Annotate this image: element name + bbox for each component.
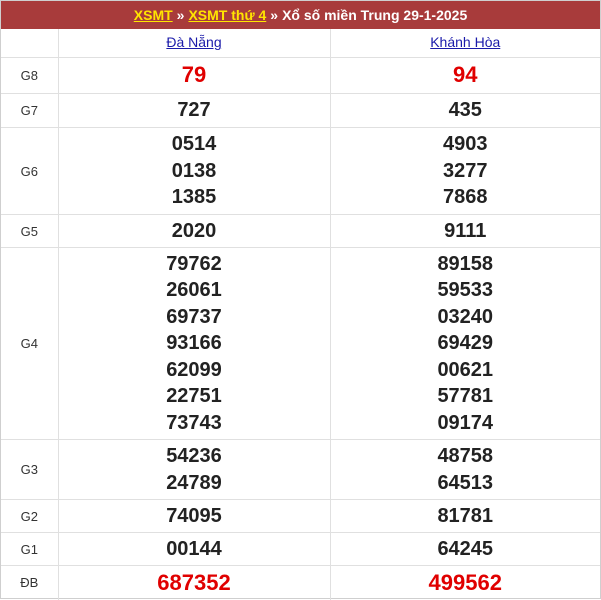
prize-number: 69429	[437, 332, 494, 355]
prize-number: 2020	[171, 219, 217, 242]
prize-cell: 2020	[57, 214, 330, 248]
prize-cell: 64245	[329, 532, 600, 566]
province-link-da-nang[interactable]: Đà Nẵng	[166, 34, 221, 50]
prize-number: 7868	[443, 186, 488, 209]
prize-number: 64245	[437, 537, 494, 560]
prize-row-g5: G5 2020 9111	[1, 214, 600, 248]
breadcrumb-separator: »	[270, 7, 279, 23]
prize-number: 4903	[443, 133, 488, 156]
prize-number: 64513	[437, 471, 494, 494]
prize-number: 26061	[166, 279, 222, 302]
prize-number: 9111	[444, 219, 487, 242]
breadcrumb: XSMT » XSMT thứ 4 » Xổ số miền Trung 29-…	[1, 1, 600, 29]
prize-cell: 727	[57, 93, 330, 128]
prize-row-g7: G7 727 435	[1, 93, 600, 128]
prize-cell: 48758 64513	[329, 439, 600, 500]
prize-row-g4: G4 79762 26061 69737 93166 62099 22751 7…	[1, 247, 600, 440]
prize-number: 727	[177, 99, 211, 122]
prize-cell: 9111	[329, 214, 600, 248]
prize-cell: 00144	[57, 532, 330, 566]
prize-label: G1	[1, 532, 58, 566]
prize-number: 62099	[166, 358, 222, 381]
prize-cell: 54236 24789	[57, 439, 330, 500]
prize-cell: 0514 0138 1385	[57, 127, 330, 215]
breadcrumb-xsmt-link[interactable]: XSMT	[134, 7, 173, 23]
corner-cell	[1, 29, 58, 58]
prize-number: 54236	[166, 445, 222, 467]
prize-row-g1: G1 00144 64245	[1, 532, 600, 566]
prize-number: 24789	[166, 471, 222, 494]
prize-number: 69737	[166, 305, 222, 328]
prize-label: G7	[1, 93, 58, 128]
prize-row-special: ĐB 687352 499562	[1, 565, 600, 600]
prize-number: 79762	[166, 252, 222, 275]
breadcrumb-separator: »	[176, 7, 185, 23]
prize-row-g8: G8 79 94	[1, 57, 600, 94]
prize-cell: 4903 3277 7868	[329, 127, 600, 215]
prize-label: G4	[1, 247, 58, 440]
prize-number: 57781	[437, 385, 494, 408]
prize-cell: 79762 26061 69737 93166 62099 22751 7374…	[57, 247, 330, 440]
prize-number: 48758	[437, 445, 494, 467]
prize-cell: 499562	[329, 565, 600, 600]
results-table: Đà Nẵng Khánh Hòa G8 79 94 G7 727 435 G6…	[1, 29, 600, 600]
prize-label: G2	[1, 499, 58, 533]
prize-number: 00621	[437, 358, 494, 381]
page-title: Xổ số miền Trung 29-1-2025	[282, 7, 468, 23]
breadcrumb-xsmt-thu4-link[interactable]: XSMT thứ 4	[188, 7, 266, 23]
prize-number: 74095	[166, 504, 222, 527]
prize-number: 09174	[437, 411, 494, 434]
special-prize-number: 499562	[428, 569, 502, 595]
prize-number: 93166	[166, 332, 222, 355]
prize-cell: 79	[57, 57, 330, 94]
prize-number: 0138	[171, 159, 217, 182]
special-prize-number: 687352	[157, 569, 231, 595]
prize-cell: 81781	[329, 499, 600, 533]
province-header-cell: Đà Nẵng	[57, 29, 330, 58]
prize-number: 3277	[443, 159, 488, 182]
province-header-cell: Khánh Hòa	[329, 29, 600, 58]
province-header-row: Đà Nẵng Khánh Hòa	[1, 29, 600, 58]
prize-label: G8	[1, 57, 58, 94]
prize-number: 22751	[166, 385, 222, 408]
prize-number: 81781	[437, 504, 494, 527]
prize-number: 00144	[166, 537, 222, 560]
province-link-khanh-hoa[interactable]: Khánh Hòa	[430, 34, 500, 50]
prize-label: ĐB	[1, 565, 58, 600]
prize-number: 73743	[166, 411, 222, 434]
prize-cell: 94	[329, 57, 600, 94]
prize-label: G6	[1, 127, 58, 215]
prize-cell: 74095	[57, 499, 330, 533]
prize-number: 03240	[437, 305, 494, 328]
prize-cell: 687352	[57, 565, 330, 600]
prize-number: 79	[181, 62, 207, 88]
prize-cell: 89158 59533 03240 69429 00621 57781 0917…	[329, 247, 600, 440]
prize-cell: 435	[329, 93, 600, 128]
prize-number: 1385	[171, 186, 217, 209]
prize-number: 435	[448, 99, 482, 122]
prize-label: G3	[1, 439, 58, 500]
prize-row-g2: G2 74095 81781	[1, 499, 600, 533]
prize-number: 0514	[171, 133, 217, 156]
prize-number: 89158	[437, 252, 494, 275]
prize-number: 59533	[437, 279, 494, 302]
prize-row-g6: G6 0514 0138 1385 4903 3277 7868	[1, 127, 600, 215]
results-panel: XSMT » XSMT thứ 4 » Xổ số miền Trung 29-…	[0, 0, 601, 600]
prize-label: G5	[1, 214, 58, 248]
prize-row-g3: G3 54236 24789 48758 64513	[1, 439, 600, 500]
prize-number: 94	[453, 62, 478, 88]
